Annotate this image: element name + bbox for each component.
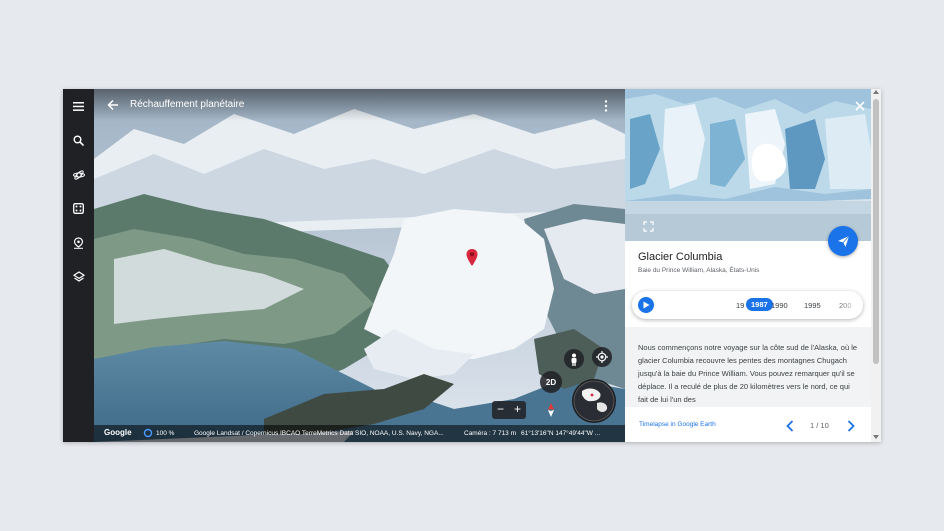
close-icon[interactable] — [853, 99, 867, 113]
glacier-photo — [625, 89, 871, 241]
2d-toggle-button[interactable]: 2D — [540, 371, 562, 393]
place-subtitle: Baie du Prince William, Alaska, États-Un… — [638, 267, 760, 274]
layers-icon[interactable] — [71, 269, 86, 284]
dice-icon[interactable] — [71, 201, 86, 216]
scrollbar-thumb[interactable] — [873, 99, 879, 364]
timelapse-timeline: 19 1987 1990 1995 200 — [632, 291, 863, 319]
status-bar: Google 100 % Google Landsat / Copernicus… — [94, 425, 625, 442]
zoom-in-button[interactable]: + — [509, 401, 526, 419]
globe-minimap[interactable] — [572, 379, 616, 423]
earth-window: Réchauffement planétaire 2D − + Google 1… — [63, 89, 881, 442]
chevron-right-icon[interactable] — [846, 419, 856, 432]
scroll-up-arrow-icon[interactable] — [873, 90, 879, 94]
fullscreen-icon[interactable] — [643, 219, 654, 232]
camera-altitude: Caméra : 7 713 m — [464, 430, 517, 437]
zoom-level-icon — [143, 428, 153, 440]
sidebar — [63, 89, 94, 442]
chevron-left-icon[interactable] — [785, 419, 795, 432]
timeline-year[interactable]: 1995 — [804, 301, 821, 310]
projects-icon[interactable] — [71, 235, 86, 250]
attribution-text[interactable]: Google Landsat / Copernicus IBCAO TerreM… — [194, 430, 444, 437]
timeline-year-selected[interactable]: 1987 — [746, 298, 773, 311]
back-arrow-icon[interactable] — [106, 98, 120, 112]
play-button[interactable] — [638, 297, 654, 313]
map-pin-icon[interactable] — [466, 249, 478, 267]
zoom-controls: − + — [492, 401, 526, 419]
voyager-icon[interactable] — [71, 167, 86, 182]
panel-footer: Timelapse in Google Earth 1 / 10 — [625, 407, 871, 442]
map-top-bar: Réchauffement planétaire — [94, 89, 625, 121]
street-view-pegman-icon[interactable] — [564, 349, 584, 369]
description-text: Nous commençons notre voyage sur la côte… — [638, 343, 858, 404]
menu-icon[interactable] — [71, 99, 86, 114]
map-view[interactable]: Réchauffement planétaire 2D − + Google 1… — [94, 89, 625, 442]
play-icon — [643, 301, 650, 309]
more-options-icon[interactable] — [602, 99, 610, 113]
timeline-year[interactable]: 19 — [736, 301, 744, 310]
slide-counter: 1 / 10 — [810, 421, 829, 430]
place-title: Glacier Columbia — [638, 251, 723, 263]
timelapse-link[interactable]: Timelapse in Google Earth — [639, 421, 716, 428]
compass-icon[interactable] — [542, 401, 560, 419]
google-logo: Google — [104, 428, 132, 437]
timeline-fade — [832, 291, 863, 319]
description-box: Nous commençons notre voyage sur la côte… — [625, 327, 871, 407]
zoom-level: 100 % — [156, 430, 175, 437]
send-icon — [837, 235, 849, 247]
search-icon[interactable] — [71, 133, 86, 148]
timeline-year[interactable]: 1990 — [771, 301, 788, 310]
scroll-down-arrow-icon[interactable] — [873, 435, 879, 439]
share-button[interactable] — [828, 226, 858, 256]
panel-scrollbar[interactable] — [871, 89, 881, 442]
story-panel: Glacier Columbia Baie du Prince William,… — [625, 89, 881, 442]
zoom-out-button[interactable]: − — [492, 401, 509, 419]
story-title: Réchauffement planétaire — [130, 99, 245, 110]
my-location-icon[interactable] — [592, 347, 612, 367]
coordinates: 61°13'16"N 147°49'44"W ... — [521, 430, 601, 437]
